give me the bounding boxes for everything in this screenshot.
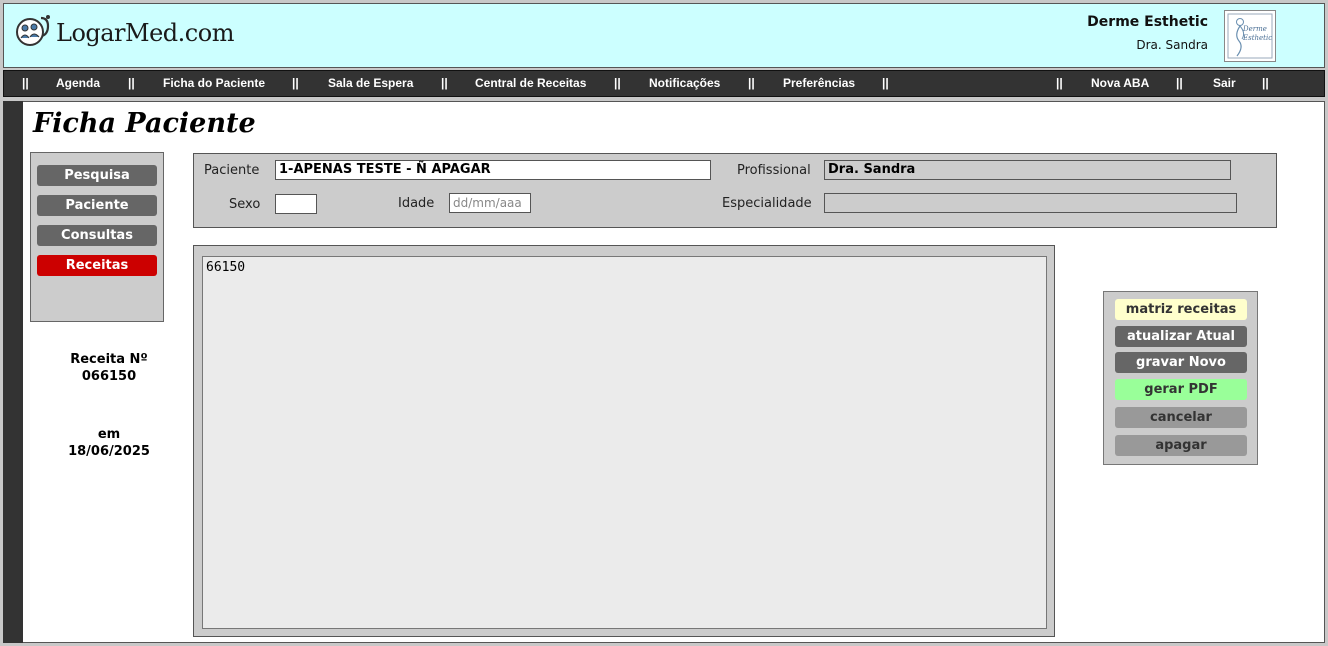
recipe-text-container: 66150 — [193, 245, 1055, 637]
nav-item-sala-de-espera[interactable]: Sala de Espera — [328, 76, 413, 90]
sex-field[interactable] — [275, 194, 317, 214]
patient-form: Paciente 1-APENAS TESTE - Ñ APAGAR Profi… — [193, 153, 1277, 228]
clinic-logo: Derme Esthetic — [1224, 10, 1276, 62]
main-content: Ficha Paciente Pesquisa Paciente Consult… — [23, 101, 1325, 643]
nav-separator: || — [441, 76, 448, 90]
recipe-textarea[interactable]: 66150 — [202, 256, 1047, 629]
atualizar-atual-button[interactable]: atualizar Atual — [1115, 326, 1247, 347]
professional-label: Profissional — [737, 163, 811, 178]
side-strip — [3, 101, 23, 643]
recipe-number: 066150 — [81, 369, 137, 384]
nav-separator: || — [748, 76, 755, 90]
nav-separator: || — [292, 76, 299, 90]
logo-text: LogarMed.com — [56, 19, 234, 47]
nav-item-preferencias[interactable]: Preferências — [783, 76, 855, 90]
nav-separator: || — [22, 76, 29, 90]
recipe-date-label: em — [97, 427, 121, 442]
logo[interactable]: LogarMed.com — [14, 14, 234, 52]
nav-separator: || — [882, 76, 889, 90]
nav-item-central-de-receitas[interactable]: Central de Receitas — [475, 76, 586, 90]
nav-item-sair[interactable]: Sair — [1213, 76, 1236, 90]
gerar-pdf-button[interactable]: gerar PDF — [1115, 379, 1247, 400]
app-header: LogarMed.com Derme Esthetic Dra. Sandra … — [3, 3, 1325, 68]
patient-label: Paciente — [204, 163, 260, 178]
specialty-field[interactable] — [824, 193, 1237, 213]
nav-separator: || — [1176, 76, 1183, 90]
pesquisa-button[interactable]: Pesquisa — [37, 165, 157, 186]
page-title: Ficha Paciente — [33, 108, 256, 139]
nav-item-nova-aba[interactable]: Nova ABA — [1091, 76, 1149, 90]
patient-field[interactable]: 1-APENAS TESTE - Ñ APAGAR — [275, 160, 711, 180]
left-menu: Pesquisa Paciente Consultas Receitas — [30, 152, 164, 322]
clinic-name: Derme Esthetic — [1087, 14, 1208, 30]
sex-label: Sexo — [229, 197, 261, 212]
nav-item-agenda[interactable]: Agenda — [56, 76, 100, 90]
matriz-receitas-button[interactable]: matriz receitas — [1115, 299, 1247, 320]
consultas-button[interactable]: Consultas — [37, 225, 157, 246]
age-field[interactable]: dd/mm/aaa — [449, 193, 531, 213]
paciente-button[interactable]: Paciente — [37, 195, 157, 216]
doctor-name: Dra. Sandra — [1136, 38, 1208, 52]
specialty-label: Especialidade — [722, 196, 812, 211]
main-navbar: || Agenda || Ficha do Paciente || Sala d… — [3, 70, 1325, 97]
stethoscope-icon — [14, 12, 52, 54]
cancelar-button[interactable]: cancelar — [1115, 407, 1247, 428]
professional-field[interactable]: Dra. Sandra — [824, 160, 1231, 180]
clinic-logo-text: Derme Esthetic — [1243, 25, 1273, 42]
receitas-button[interactable]: Receitas — [37, 255, 157, 276]
nav-separator: || — [1056, 76, 1063, 90]
apagar-button[interactable]: apagar — [1115, 435, 1247, 456]
recipe-number-label: Receita Nº — [70, 352, 148, 367]
nav-item-notificacoes[interactable]: Notificações — [649, 76, 720, 90]
nav-separator: || — [1262, 76, 1269, 90]
age-label: Idade — [398, 196, 435, 211]
gravar-novo-button[interactable]: gravar Novo — [1115, 352, 1247, 373]
nav-separator: || — [128, 76, 135, 90]
recipe-date: 18/06/2025 — [68, 444, 150, 459]
nav-item-ficha-do-paciente[interactable]: Ficha do Paciente — [163, 76, 265, 90]
nav-separator: || — [614, 76, 621, 90]
action-panel: matriz receitas atualizar Atual gravar N… — [1103, 291, 1258, 465]
